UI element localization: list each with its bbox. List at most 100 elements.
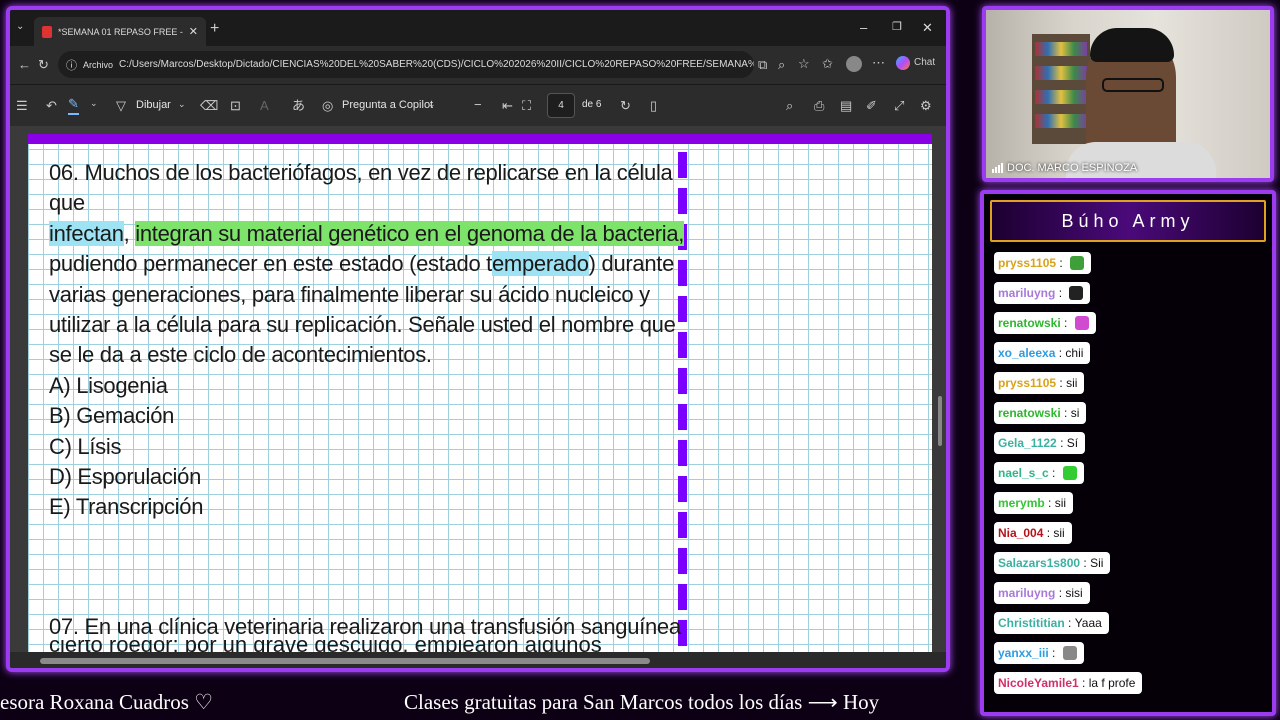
chat-row: renatowski :	[994, 312, 1142, 342]
chat-separator: :	[1060, 406, 1071, 420]
vertical-scrollbar[interactable]	[936, 134, 944, 634]
chat-username[interactable]: Nia_004	[998, 526, 1043, 540]
vertical-scroll-thumb[interactable]	[938, 396, 942, 446]
new-tab-icon[interactable]: +	[210, 21, 219, 37]
ask-copilot-label[interactable]: Pregunta a Copilot	[342, 99, 433, 111]
chat-username[interactable]: Gela_1122	[998, 436, 1057, 450]
draw-label[interactable]: Dibujar	[136, 99, 171, 111]
chat-message: xo_aleexa : chii	[994, 342, 1091, 364]
tab-list-icon[interactable]: ⌄	[16, 22, 24, 32]
copilot-dropdown-icon[interactable]: ⌄	[428, 100, 436, 109]
copilot-icon	[896, 56, 910, 70]
copilot-small-icon[interactable]: ◎	[322, 99, 333, 112]
page-number-input[interactable]: 4	[547, 93, 575, 118]
erase-icon[interactable]: ⌫	[200, 99, 218, 112]
chat-separator: :	[1080, 556, 1091, 570]
chat-username[interactable]: nael_s_c	[998, 466, 1049, 480]
close-window-icon[interactable]: ✕	[922, 20, 933, 36]
chat-text: si	[1070, 406, 1080, 420]
chat-panel: Búho Army pryss1105 : mariluyng : renato…	[980, 190, 1276, 716]
favorite-icon[interactable]: ☆	[798, 57, 810, 70]
chat-username[interactable]: mariluyng	[998, 286, 1055, 300]
chat-row: Gela_1122 : Sí	[994, 432, 1142, 462]
contents-icon[interactable]: ☰	[16, 99, 28, 112]
chat-message: pryss1105 : sii	[994, 372, 1085, 394]
undo-icon[interactable]: ↶	[46, 99, 57, 112]
bottom-ticker: esora Roxana Cuadros ♡ Clases gratuitas …	[0, 688, 956, 720]
refresh-icon[interactable]: ↻	[38, 58, 49, 71]
emote-icon	[1069, 286, 1084, 300]
chat-message: Nia_004 : sii	[994, 522, 1072, 544]
page-view-icon[interactable]: ▯	[650, 99, 657, 112]
chat-username[interactable]: yanxx_iii	[998, 646, 1049, 660]
draw-dropdown-icon[interactable]: ⌄	[178, 100, 186, 109]
close-tab-icon[interactable]: ✕	[189, 25, 198, 38]
favorites-bar-icon[interactable]: ✩	[822, 57, 833, 70]
extension-icon[interactable]: ⧉	[758, 58, 767, 71]
minimize-icon[interactable]: –	[860, 20, 867, 35]
presenter-glasses	[1102, 78, 1164, 92]
restore-icon[interactable]: ❐	[892, 20, 902, 33]
text-box-icon[interactable]: ⊡	[230, 99, 241, 112]
chat-message: Christititian : Yaaa	[994, 612, 1109, 634]
chat-text: la f profe	[1088, 676, 1136, 690]
save-as-icon[interactable]: ✐	[866, 99, 877, 112]
chat-username[interactable]: renatowski	[998, 406, 1061, 420]
copilot-chat-button[interactable]: Chat	[896, 56, 935, 70]
chat-text: sii	[1053, 526, 1065, 540]
chat-message: pryss1105 :	[994, 252, 1092, 274]
zoom-out-icon[interactable]: −	[474, 98, 482, 111]
horizontal-scroll-thumb[interactable]	[40, 658, 650, 664]
add-text-icon[interactable]: A	[260, 99, 269, 112]
chat-username[interactable]: pryss1105	[998, 256, 1056, 270]
rotate-icon[interactable]: ↻	[620, 99, 631, 112]
chat-message: renatowski : si	[994, 402, 1087, 424]
fit-page-icon[interactable]: ⛶	[522, 99, 531, 112]
fullscreen-icon[interactable]: ⤢	[894, 99, 904, 112]
chat-message: mariluyng :	[994, 282, 1091, 304]
settings-icon[interactable]: ⚙	[920, 99, 932, 112]
draw-icon[interactable]: ▽	[116, 99, 126, 112]
chat-message: mariluyng : sisi	[994, 582, 1090, 604]
chat-username[interactable]: mariluyng	[998, 586, 1055, 600]
chat-username[interactable]: renatowski	[998, 316, 1061, 330]
browser-tab[interactable]: *SEMANA 01 REPASO FREE - DOC ✕	[34, 17, 206, 46]
chat-username[interactable]: merymb	[998, 496, 1045, 510]
chat-separator: :	[1048, 466, 1059, 480]
page-top-border	[28, 134, 932, 144]
ticker-right-text: Clases gratuitas para San Marcos todos l…	[404, 690, 880, 714]
webcam-label: DOC. MARCO ESPINOZA	[992, 162, 1137, 174]
chat-text: chii	[1065, 346, 1084, 360]
chat-username[interactable]: pryss1105	[998, 376, 1056, 390]
highlight-icon[interactable]: ✎	[68, 97, 79, 115]
chat-row: NicoleYamile1 : la f profe	[994, 672, 1143, 702]
chat-username[interactable]: xo_aleexa	[998, 346, 1055, 360]
chat-username[interactable]: NicoleYamile1	[998, 676, 1079, 690]
zoom-icon[interactable]: ⌕	[778, 58, 785, 71]
print-icon[interactable]: ⎙	[814, 99, 824, 112]
address-bar[interactable]: ⓘ Archivo C:/Users/Marcos/Desktop/Dictad…	[58, 51, 754, 78]
fit-width-icon[interactable]: ⇤	[502, 99, 513, 112]
chat-row: Salazars1s800 : Sii	[994, 552, 1142, 582]
highlight-dropdown-icon[interactable]: ⌄	[90, 99, 98, 108]
emote-icon	[1074, 316, 1089, 330]
chat-row: pryss1105 : sii	[994, 372, 1142, 402]
chat-separator: :	[1055, 346, 1066, 360]
pdf-icon	[42, 25, 52, 38]
search-icon[interactable]: ⌕	[786, 99, 793, 112]
back-icon[interactable]: ←	[18, 58, 31, 71]
tab-title: *SEMANA 01 REPASO FREE - DOC	[58, 26, 183, 37]
chat-username[interactable]: Salazars1s800	[998, 556, 1080, 570]
read-aloud-icon[interactable]: あ	[292, 99, 305, 112]
save-icon[interactable]: ▤	[840, 99, 852, 112]
horizontal-scrollbar[interactable]	[10, 652, 946, 668]
highlight-infectan: infectan	[49, 220, 124, 246]
chat-message: NicoleYamile1 : la f profe	[994, 672, 1143, 694]
pdf-viewer[interactable]: 06. Muchos de los bacteriófagos, en vez …	[10, 126, 946, 654]
more-icon[interactable]: ⋯	[872, 56, 885, 69]
option-e: E) Transcripción	[49, 494, 204, 520]
chat-username[interactable]: Christititian	[998, 616, 1065, 630]
info-icon[interactable]: ⓘ	[66, 57, 77, 73]
profile-avatar[interactable]	[846, 56, 862, 72]
q6-intro: 06. Muchos de los bacteriófagos, en vez …	[49, 160, 673, 216]
